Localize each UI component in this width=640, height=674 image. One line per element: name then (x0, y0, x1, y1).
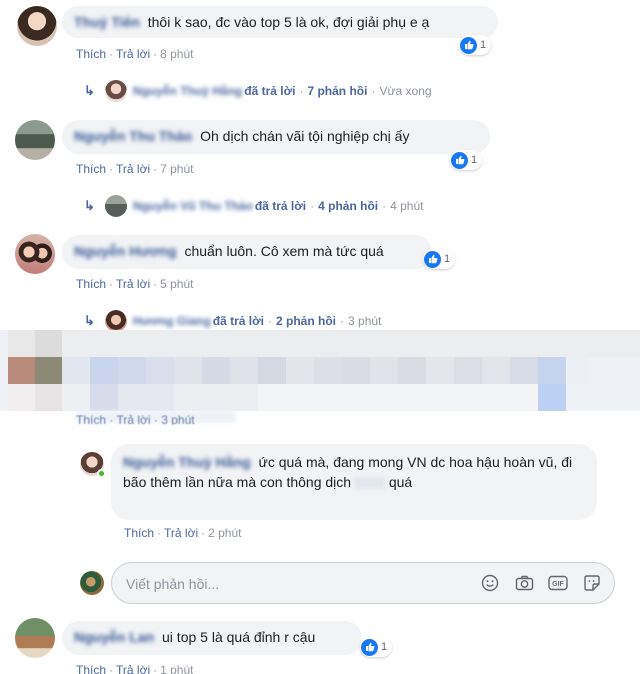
comment-text-end: quá (388, 474, 413, 490)
censored-comment-mosaic (0, 330, 640, 425)
like-reaction-icon (460, 36, 477, 54)
current-user-avatar (80, 571, 104, 595)
comment-text: Oh dịch chán vãi tội nghiệp chị ấy (200, 128, 410, 144)
comment-time[interactable]: 5 phút (160, 277, 193, 291)
gif-icon[interactable]: GIF (548, 573, 568, 593)
emoji-icon[interactable] (480, 573, 500, 593)
reaction-number: 1 (381, 641, 388, 653)
avatar[interactable] (17, 6, 57, 46)
comment-bubble: Thuỷ Tiên thôi k sao, đc vào top 5 là ok… (62, 6, 498, 38)
comment-actions: Thích · Trả lời · 2 phút (124, 526, 242, 540)
reply-arrow-icon: ↳ (84, 83, 95, 98)
avatar (104, 80, 127, 102)
reply-time: Vừa xong (379, 84, 432, 98)
input-toolbar: GIF (480, 573, 602, 593)
like-link[interactable]: Thích (76, 663, 106, 674)
svg-text:GIF: GIF (552, 581, 564, 588)
reply-link[interactable]: Trả lời (116, 277, 150, 291)
comment-time[interactable]: 8 phút (160, 47, 193, 61)
sticker-icon[interactable] (582, 573, 602, 593)
comment-bubble: Nguyễn Hương chuẩn luôn. Cô xem mà tức q… (62, 235, 432, 269)
comment-actions: Thích · Trả lời · 1 phút (76, 663, 193, 674)
reaction-number: 1 (480, 39, 487, 51)
reaction-count[interactable]: 1 (423, 249, 456, 269)
reply-link[interactable]: Trả lời (116, 47, 150, 61)
reply-summary[interactable]: ↳ Nguyễn Vũ Thu Thảo đã trả lời · 4 phản h… (84, 195, 424, 217)
comment-bubble: Nguyễn Thuỳ Hằng ức quá mà, đang mong VN… (111, 444, 597, 520)
reply-label[interactable]: đã trả lời (213, 314, 264, 328)
like-reaction-icon (451, 151, 468, 169)
avatar[interactable] (15, 618, 55, 658)
comment-actions: Thích · Trả lời · 7 phút (76, 162, 194, 176)
comment-actions: Thích · Trả lời · 5 phút (76, 277, 194, 291)
censored-word (354, 477, 385, 490)
reaction-count[interactable]: 1 (360, 637, 393, 657)
comment-author[interactable]: Nguyễn Lan (74, 629, 154, 645)
reply-link[interactable]: Trả lời (164, 526, 198, 540)
reply-input[interactable] (126, 574, 456, 594)
comment-author[interactable]: Nguyễn Thuỳ Hằng (123, 454, 251, 470)
comment-actions: Thích · Trả lời · 8 phút (76, 47, 194, 61)
reply-label[interactable]: đã trả lời (244, 84, 295, 98)
like-link[interactable]: Thích (76, 47, 106, 61)
reply-author[interactable]: Nguyễn Vũ Thu Thảo (133, 199, 253, 213)
reply-author[interactable]: Nguyễn Thuỳ Hằng (133, 84, 242, 98)
reaction-number: 1 (444, 253, 451, 265)
comment-actions: Thích · Trả lời · 3 phút (76, 413, 195, 425)
reply-link[interactable]: Trả lời (116, 162, 150, 176)
reply-arrow-icon: ↳ (84, 198, 95, 213)
reaction-count[interactable]: 1 (459, 35, 492, 55)
reply-count[interactable]: 2 phản hồi (276, 314, 336, 328)
reply-arrow-icon: ↳ (84, 313, 95, 328)
reply-count[interactable]: 4 phản hồi (318, 199, 378, 213)
avatar[interactable] (15, 234, 55, 274)
comment-bubble: Nguyễn Thu Thảo Oh dịch chán vãi tội ngh… (62, 120, 490, 154)
avatar (104, 310, 127, 332)
reply-link[interactable]: Trả lời (116, 663, 150, 674)
comment-time[interactable]: 1 phút (160, 663, 193, 674)
reply-input-container: GIF (111, 562, 615, 604)
comment-time[interactable]: 7 phút (160, 162, 193, 176)
comment-text: chuẩn luôn. Cô xem mà tức quá (184, 243, 384, 259)
camera-icon[interactable] (514, 573, 534, 593)
comment-author[interactable]: Nguyễn Hương (74, 243, 177, 259)
reply-summary[interactable]: ↳ Nguyễn Thuỳ Hằng đã trả lời · 7 phản hồi… (84, 80, 432, 102)
like-link[interactable]: Thích (124, 526, 154, 540)
online-status-dot (97, 469, 106, 478)
avatar[interactable] (15, 120, 55, 160)
like-link[interactable]: Thích (76, 277, 106, 291)
reply-summary[interactable]: ↳ Hương Giang đã trả lời · 2 phản hồi · 3 ph… (84, 310, 381, 332)
comment-text: thôi k sao, đc vào top 5 là ok, đợi giải… (147, 14, 430, 30)
reply-time: 3 phút (348, 314, 382, 328)
comment-text: ui top 5 là quá đỉnh r cậu (162, 629, 316, 645)
comment-author[interactable]: Nguyễn Thu Thảo (74, 128, 192, 144)
reply-label[interactable]: đã trả lời (255, 199, 306, 213)
like-reaction-icon (361, 638, 378, 656)
avatar (104, 195, 127, 217)
reply-author[interactable]: Hương Giang (133, 314, 211, 328)
like-reaction-icon (424, 250, 441, 268)
comment-author[interactable]: Thuỷ Tiên (74, 14, 140, 30)
like-link[interactable]: Thích (76, 162, 106, 176)
reaction-count[interactable]: 1 (450, 150, 483, 170)
censored-actions-fragment: Thích · Trả lời · 3 phút (76, 413, 195, 425)
reaction-number: 1 (471, 154, 478, 166)
comment-bubble: Nguyễn Lan ui top 5 là quá đỉnh r cậu (62, 621, 362, 655)
reply-count[interactable]: 7 phản hồi (307, 84, 367, 98)
comment-time[interactable]: 2 phút (208, 526, 241, 540)
reply-time: 4 phút (390, 199, 424, 213)
